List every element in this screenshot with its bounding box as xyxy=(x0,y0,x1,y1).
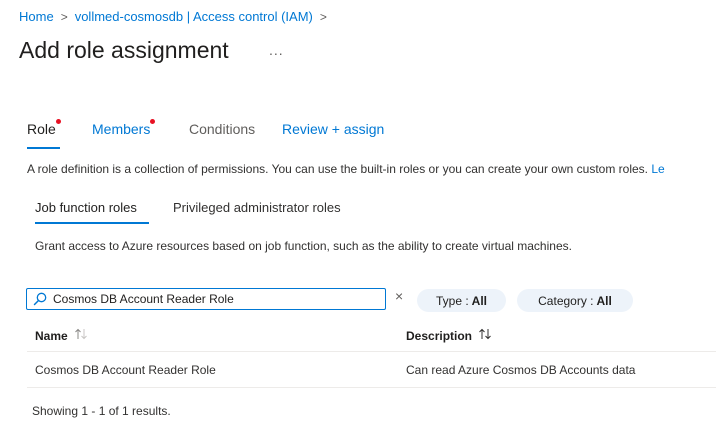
learn-more-link[interactable]: Le xyxy=(651,162,664,176)
search-input[interactable] xyxy=(53,292,373,306)
tab-review-assign[interactable]: Review + assign xyxy=(282,121,384,137)
sort-icon[interactable] xyxy=(74,328,88,343)
job-function-description: Grant access to Azure resources based on… xyxy=(35,239,572,253)
tab-conditions[interactable]: Conditions xyxy=(189,121,255,137)
sort-icon[interactable] xyxy=(478,328,492,343)
type-filter-value: All xyxy=(471,293,488,308)
category-filter-label: Category : xyxy=(538,293,594,308)
required-indicator-dot xyxy=(56,119,61,124)
search-icon xyxy=(31,290,49,308)
tab-job-function-roles[interactable]: Job function roles xyxy=(35,200,137,215)
more-options-icon[interactable]: ... xyxy=(269,42,284,58)
breadcrumb-home-link[interactable]: Home xyxy=(19,9,54,24)
chevron-right-icon: > xyxy=(319,9,327,24)
column-header-description-label: Description xyxy=(406,328,473,343)
search-box[interactable] xyxy=(26,288,386,310)
category-filter-pill[interactable]: Category : All xyxy=(517,289,633,312)
tab-privileged-admin-roles[interactable]: Privileged administrator roles xyxy=(173,200,341,215)
type-filter-label: Type : xyxy=(435,293,469,308)
column-header-description[interactable]: Description xyxy=(406,328,492,343)
tab-members[interactable]: Members xyxy=(92,121,150,137)
required-indicator-dot xyxy=(150,119,155,124)
breadcrumb: Home > vollmed-cosmosdb | Access control… xyxy=(19,9,334,24)
tab-role[interactable]: Role xyxy=(27,121,56,137)
role-name-cell[interactable]: Cosmos DB Account Reader Role xyxy=(35,363,216,377)
active-subtab-indicator xyxy=(35,222,149,224)
active-tab-indicator xyxy=(27,147,60,149)
page-title: Add role assignment xyxy=(19,37,229,63)
breadcrumb-iam-link[interactable]: vollmed-cosmosdb | Access control (IAM) xyxy=(75,9,313,24)
table-header-divider xyxy=(27,351,716,352)
role-definition-description: A role definition is a collection of per… xyxy=(27,162,665,176)
results-count: Showing 1 - 1 of 1 results. xyxy=(32,404,171,418)
role-description-cell[interactable]: Can read Azure Cosmos DB Accounts data xyxy=(406,363,635,377)
description-text: A role definition is a collection of per… xyxy=(27,162,648,176)
table-row-divider xyxy=(27,387,716,388)
clear-search-icon[interactable]: × xyxy=(395,288,407,304)
chevron-right-icon: > xyxy=(60,9,68,24)
category-filter-value: All xyxy=(596,293,612,308)
column-header-name[interactable]: Name xyxy=(35,328,88,343)
type-filter-pill[interactable]: Type : All xyxy=(417,289,506,312)
column-header-name-label: Name xyxy=(35,328,68,343)
